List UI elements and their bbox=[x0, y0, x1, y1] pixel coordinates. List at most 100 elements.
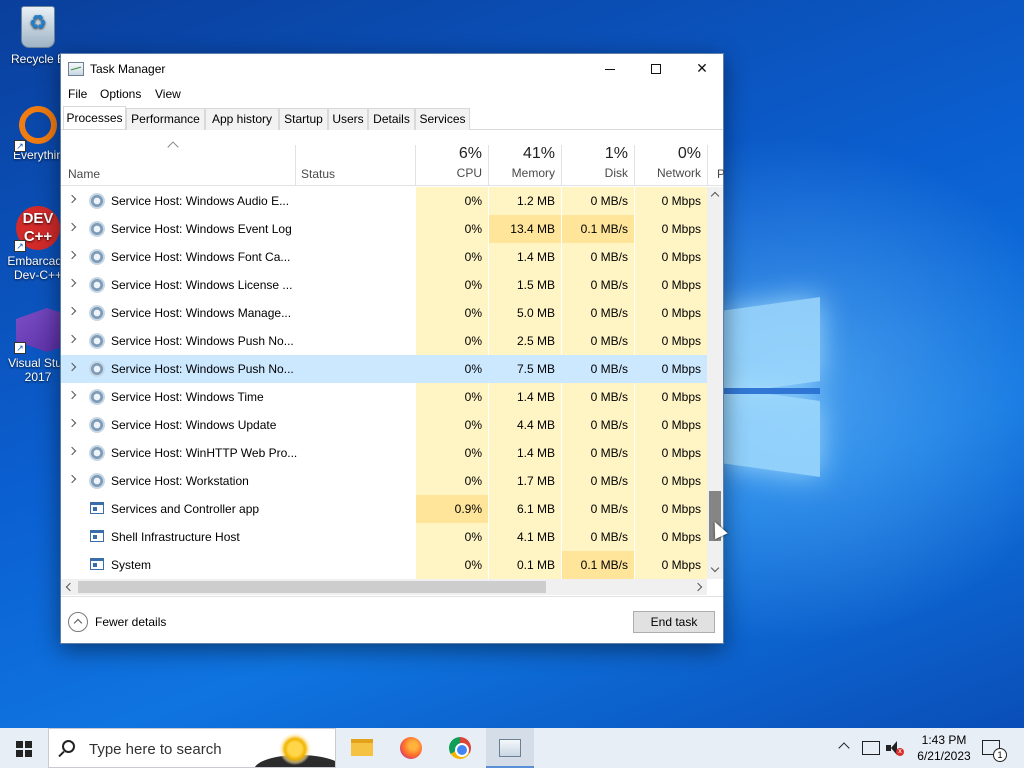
horizontal-scrollbar[interactable] bbox=[61, 579, 707, 595]
tab-services[interactable]: Services bbox=[415, 108, 470, 130]
taskbar-clock[interactable]: 1:43 PM 6/21/2023 bbox=[912, 732, 976, 764]
cpu-label: CPU bbox=[456, 166, 482, 180]
chevron-right-icon[interactable] bbox=[67, 278, 77, 288]
process-row[interactable]: Service Host: WinHTTP Web Pro... 0% 1.4 MB… bbox=[61, 439, 707, 467]
process-list: Service Host: Windows Audio E... 0% 1.2 MB… bbox=[61, 187, 707, 579]
app-window-icon bbox=[90, 502, 104, 514]
process-row[interactable]: Service Host: Windows Update 0% 4.4 MB 0 MB… bbox=[61, 411, 707, 439]
maximize-button[interactable] bbox=[633, 54, 679, 84]
taskbar-firefox[interactable] bbox=[387, 728, 435, 768]
menu-view[interactable]: View bbox=[155, 87, 181, 101]
scroll-left-icon[interactable] bbox=[65, 582, 75, 592]
memory-label: Memory bbox=[511, 166, 555, 180]
shortcut-arrow-icon: ↗ bbox=[14, 240, 26, 252]
chevron-right-icon[interactable] bbox=[67, 306, 77, 316]
process-cpu-value: 0% bbox=[464, 446, 482, 460]
process-row[interactable]: Service Host: Windows Push No... 0% 7.5 MB… bbox=[61, 355, 707, 383]
close-button[interactable]: ✕ bbox=[679, 54, 725, 84]
process-row[interactable]: Service Host: Workstation 0% 1.7 MB 0 MB/s 0… bbox=[61, 467, 707, 495]
scroll-right-icon[interactable] bbox=[693, 582, 703, 592]
app-window-icon bbox=[90, 530, 104, 542]
tab-details[interactable]: Details bbox=[368, 108, 415, 130]
process-row[interactable]: Service Host: Windows Event Log 0% 13.4 MB… bbox=[61, 215, 707, 243]
process-cpu-value: 0% bbox=[464, 334, 482, 348]
process-disk-value: 0 MB/s bbox=[590, 278, 628, 292]
gear-icon bbox=[89, 445, 105, 461]
gear-icon bbox=[89, 249, 105, 265]
process-disk-value: 0 MB/s bbox=[590, 362, 628, 376]
process-network-value: 0 Mbps bbox=[661, 558, 701, 572]
process-row[interactable]: Shell Infrastructure Host 0% 4.1 MB 0 MB/s 0… bbox=[61, 523, 707, 551]
tab-processes[interactable]: Processes bbox=[63, 106, 126, 129]
process-disk-value: 0 MB/s bbox=[590, 474, 628, 488]
process-disk-value: 0 MB/s bbox=[590, 194, 628, 208]
chevron-right-icon[interactable] bbox=[67, 222, 77, 232]
memory-total-percent: 41% bbox=[522, 145, 555, 162]
minimize-icon bbox=[605, 68, 615, 70]
chevron-right-icon[interactable] bbox=[67, 334, 77, 344]
menu-options[interactable]: Options bbox=[100, 87, 141, 101]
process-row[interactable]: Service Host: Windows Time 0% 1.4 MB 0 MB/s… bbox=[61, 383, 707, 411]
notification-count-badge: 1 bbox=[993, 748, 1007, 762]
column-cpu[interactable]: 6% CPU bbox=[416, 145, 482, 180]
taskbar-task-manager[interactable] bbox=[486, 728, 534, 768]
process-row[interactable]: Service Host: Windows License ... 0% 1.5 M… bbox=[61, 271, 707, 299]
chevron-right-icon[interactable] bbox=[67, 250, 77, 260]
process-memory-value: 4.1 MB bbox=[516, 530, 555, 544]
process-network-value: 0 Mbps bbox=[661, 418, 701, 432]
taskbar-chrome[interactable] bbox=[436, 728, 484, 768]
scroll-up-icon[interactable] bbox=[710, 191, 720, 201]
column-memory[interactable]: 41% Memory bbox=[489, 145, 555, 180]
process-cpu-value: 0% bbox=[464, 558, 482, 572]
process-network-value: 0 Mbps bbox=[661, 306, 701, 320]
show-hidden-icons-chevron-icon[interactable] bbox=[838, 742, 850, 754]
process-disk-value: 0 MB/s bbox=[590, 306, 628, 320]
sort-chevron-icon[interactable] bbox=[167, 141, 179, 153]
horizontal-scroll-thumb[interactable] bbox=[78, 581, 546, 593]
column-disk[interactable]: 1% Disk bbox=[562, 145, 628, 180]
chevron-right-icon[interactable] bbox=[67, 418, 77, 428]
network-icon[interactable] bbox=[862, 741, 880, 755]
tab-startup[interactable]: Startup bbox=[279, 108, 328, 130]
column-truncated[interactable]: P bbox=[717, 167, 725, 181]
taskbar-search-box[interactable]: Type here to search bbox=[48, 728, 336, 768]
process-row[interactable]: Service Host: Windows Font Ca... 0% 1.4 MB… bbox=[61, 243, 707, 271]
shortcut-arrow-icon: ↗ bbox=[14, 140, 26, 152]
process-memory-value: 1.2 MB bbox=[516, 194, 555, 208]
gear-icon bbox=[89, 277, 105, 293]
search-placeholder: Type here to search bbox=[89, 741, 222, 758]
chevron-right-icon[interactable] bbox=[67, 390, 77, 400]
process-name: Service Host: Windows Push No... bbox=[111, 334, 294, 348]
chevron-right-icon[interactable] bbox=[67, 194, 77, 204]
column-name[interactable]: Name bbox=[68, 167, 100, 181]
process-network-value: 0 Mbps bbox=[661, 446, 701, 460]
end-task-button[interactable]: End task bbox=[633, 611, 715, 633]
taskbar-file-explorer[interactable] bbox=[338, 728, 386, 768]
process-row[interactable]: Service Host: Windows Audio E... 0% 1.2 MB… bbox=[61, 187, 707, 215]
title-bar[interactable]: Task Manager ✕ bbox=[61, 54, 723, 84]
column-network[interactable]: 0% Network bbox=[635, 145, 701, 180]
chevron-right-icon[interactable] bbox=[67, 362, 77, 372]
tab-users[interactable]: Users bbox=[328, 108, 368, 130]
tab-performance[interactable]: Performance bbox=[126, 108, 205, 130]
menu-file[interactable]: File bbox=[68, 87, 87, 101]
chevron-right-icon[interactable] bbox=[67, 446, 77, 456]
tab-app-history[interactable]: App history bbox=[205, 108, 279, 130]
recycle-bin-icon bbox=[21, 6, 55, 48]
task-manager-icon bbox=[68, 62, 84, 76]
minimize-button[interactable] bbox=[587, 54, 633, 84]
process-row[interactable]: Services and Controller app 0.9% 6.1 MB 0 M… bbox=[61, 495, 707, 523]
process-disk-value: 0 MB/s bbox=[590, 390, 628, 404]
process-cpu-value: 0.9% bbox=[454, 502, 482, 516]
process-row[interactable]: Service Host: Windows Push No... 0% 2.5 MB… bbox=[61, 327, 707, 355]
windows-start-icon bbox=[16, 741, 32, 757]
process-row[interactable]: Service Host: Windows Manage... 0% 5.0 MB 0… bbox=[61, 299, 707, 327]
process-row[interactable]: System 0% 0.1 MB 0.1 MB/s 0 Mbps bbox=[61, 551, 707, 579]
scroll-down-icon[interactable] bbox=[710, 563, 720, 573]
start-button[interactable] bbox=[0, 728, 48, 768]
process-cpu-value: 0% bbox=[464, 474, 482, 488]
chevron-right-icon[interactable] bbox=[67, 474, 77, 484]
search-icon bbox=[62, 740, 75, 753]
column-status[interactable]: Status bbox=[301, 167, 335, 181]
process-cpu-value: 0% bbox=[464, 306, 482, 320]
